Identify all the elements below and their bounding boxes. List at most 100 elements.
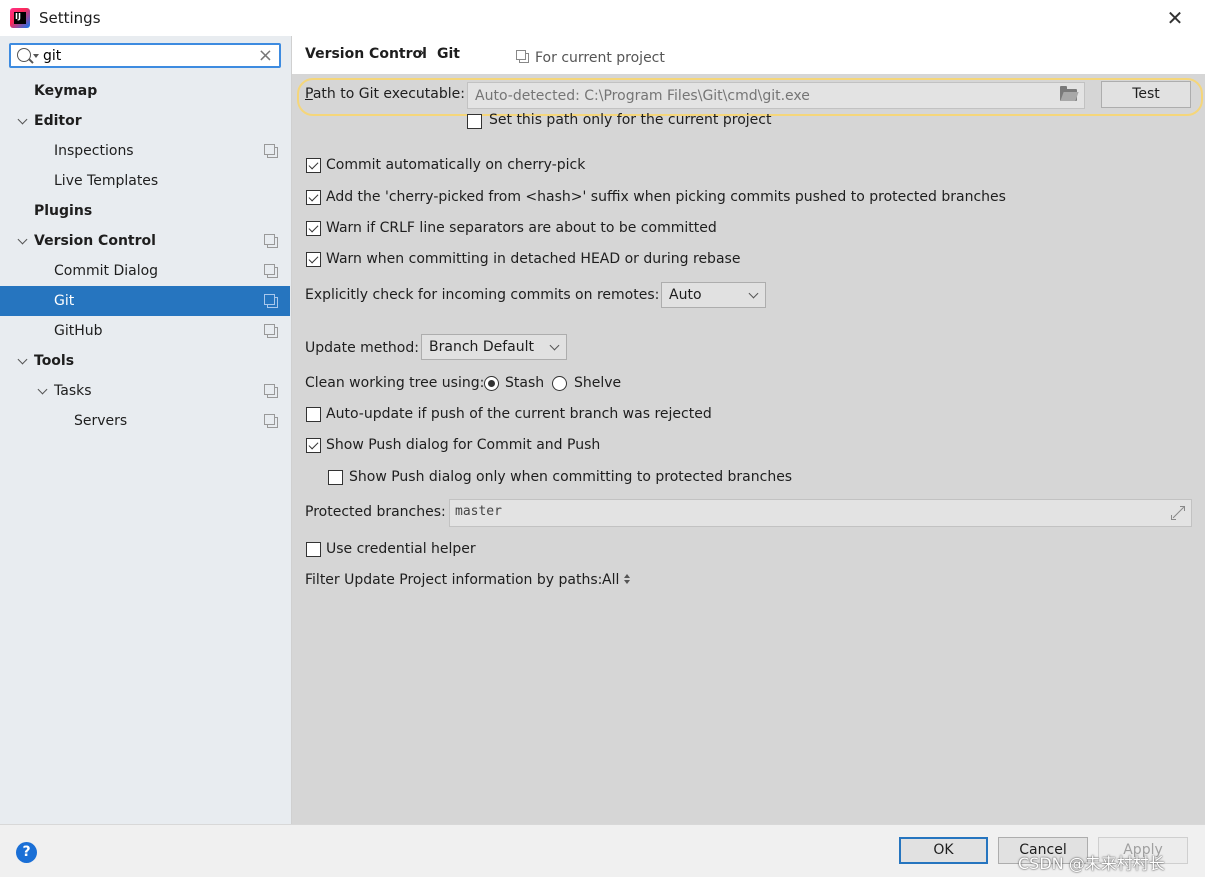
clean-working-tree-label: Clean working tree using: xyxy=(305,375,485,391)
tree-item-live-templates[interactable]: Live Templates xyxy=(0,166,290,196)
update-method-value: Branch Default xyxy=(429,339,534,355)
chevron-down-icon[interactable] xyxy=(18,356,28,366)
title-bar: IJ Settings ✕ xyxy=(0,0,1205,36)
up-down-arrows-icon[interactable] xyxy=(624,574,630,586)
protected-branches-field[interactable] xyxy=(449,499,1192,527)
project-scope-icon xyxy=(264,324,278,338)
git-path-label: Path to Git executable: xyxy=(305,86,465,102)
tree-item-keymap[interactable]: Keymap xyxy=(0,76,290,106)
warn-detached-head-checkbox[interactable] xyxy=(306,252,321,267)
project-scope-icon xyxy=(264,144,278,158)
tree-item-label: Tools xyxy=(34,353,75,369)
protected-branches-label: Protected branches: xyxy=(305,504,446,520)
auto-update-checkbox[interactable] xyxy=(306,407,321,422)
warn-detached-head-label: Warn when committing in detached HEAD or… xyxy=(326,251,741,267)
mnemonic-letter: P xyxy=(305,86,313,102)
tree-item-tools[interactable]: Tools xyxy=(0,346,290,376)
search-history-dropdown-icon[interactable] xyxy=(33,54,39,58)
tree-item-git[interactable]: Git xyxy=(0,286,290,316)
project-scope-icon xyxy=(264,384,278,398)
stash-radio[interactable] xyxy=(484,376,499,391)
tree-item-label: Live Templates xyxy=(54,173,159,189)
update-method-label: Update method: xyxy=(305,340,419,356)
tree-item-commit-dialog[interactable]: Commit Dialog xyxy=(0,256,290,286)
cherry-pick-auto-commit-checkbox[interactable] xyxy=(306,158,321,173)
warn-crlf-label: Warn if CRLF line separators are about t… xyxy=(326,220,717,236)
project-scope-icon xyxy=(264,414,278,428)
close-icon[interactable]: ✕ xyxy=(1162,6,1188,30)
show-push-dialog-checkbox[interactable] xyxy=(306,438,321,453)
update-method-select[interactable]: Branch Default xyxy=(421,334,567,360)
tree-item-plugins[interactable]: Plugins xyxy=(0,196,290,226)
window-title: Settings xyxy=(39,9,101,27)
show-push-protected-label: Show Push dialog only when committing to… xyxy=(349,469,793,485)
clear-search-icon[interactable]: × xyxy=(258,45,273,66)
breadcrumb-current: Git xyxy=(437,46,460,62)
dialog-footer: ? OK Cancel Apply CSDN @未来村村长 xyxy=(0,824,1205,877)
expand-icon[interactable] xyxy=(1171,506,1185,520)
settings-search-box[interactable]: × xyxy=(9,43,281,68)
show-push-protected-checkbox[interactable] xyxy=(328,470,343,485)
credential-helper-checkbox[interactable] xyxy=(306,542,321,557)
git-path-field[interactable] xyxy=(467,82,1085,109)
incoming-commits-select[interactable]: Auto xyxy=(661,282,766,308)
watermark: CSDN @未来村村长 xyxy=(1018,854,1165,873)
stash-label: Stash xyxy=(505,375,545,391)
protected-branches-input[interactable] xyxy=(455,504,1135,519)
shelve-radio[interactable] xyxy=(552,376,567,391)
search-icon[interactable] xyxy=(17,48,31,62)
filter-update-label: Filter Update Project information by pat… xyxy=(305,572,603,588)
project-scope-icon xyxy=(264,294,278,308)
shelve-label: Shelve xyxy=(574,375,622,391)
tree-item-editor[interactable]: Editor xyxy=(0,106,290,136)
tree-item-github[interactable]: GitHub xyxy=(0,316,290,346)
tree-item-label: Keymap xyxy=(34,83,98,99)
breadcrumb-separator: › xyxy=(419,45,425,61)
tree-item-servers[interactable]: Servers xyxy=(0,406,290,436)
settings-sidebar: × Keymap Editor Inspections Live Templat… xyxy=(0,36,292,824)
tree-item-label: Servers xyxy=(74,413,128,429)
show-push-dialog-label: Show Push dialog for Commit and Push xyxy=(326,437,601,453)
cherry-pick-auto-commit-label: Commit automatically on cherry-pick xyxy=(326,157,586,173)
intellij-app-icon: IJ xyxy=(10,8,30,28)
search-input[interactable] xyxy=(43,46,253,65)
cherry-pick-suffix-label: Add the 'cherry-picked from <hash>' suff… xyxy=(326,189,1006,205)
chevron-down-icon[interactable] xyxy=(18,236,28,246)
help-icon[interactable]: ? xyxy=(16,842,37,863)
tree-item-label: GitHub xyxy=(54,323,103,339)
tree-item-label: Editor xyxy=(34,113,82,129)
tree-item-label: Tasks xyxy=(54,383,92,399)
tree-item-label: Version Control xyxy=(34,233,156,249)
test-button[interactable]: Test xyxy=(1101,81,1191,108)
project-scope-icon xyxy=(264,234,278,248)
git-path-label-text: ath to Git executable: xyxy=(312,86,465,102)
tree-item-label: Git xyxy=(54,293,75,309)
tree-item-version-control[interactable]: Version Control xyxy=(0,226,290,256)
incoming-commits-label: Explicitly check for incoming commits on… xyxy=(305,287,660,303)
incoming-commits-value: Auto xyxy=(669,287,702,303)
tree-item-label: Inspections xyxy=(54,143,134,159)
project-scope-icon xyxy=(516,50,529,63)
chevron-down-icon[interactable] xyxy=(18,116,28,126)
auto-update-label: Auto-update if push of the current branc… xyxy=(326,406,712,422)
credential-helper-label: Use credential helper xyxy=(326,541,476,557)
project-scope-icon xyxy=(264,264,278,278)
chevron-down-icon[interactable] xyxy=(38,386,48,396)
tree-item-label: Commit Dialog xyxy=(54,263,159,279)
browse-folder-icon[interactable] xyxy=(1060,86,1077,101)
tree-item-label: Plugins xyxy=(34,203,93,219)
ok-button[interactable]: OK xyxy=(899,837,988,864)
git-path-input[interactable] xyxy=(475,86,1045,105)
cherry-pick-suffix-checkbox[interactable] xyxy=(306,190,321,205)
set-path-only-checkbox[interactable] xyxy=(467,114,482,129)
tree-item-inspections[interactable]: Inspections xyxy=(0,136,290,166)
chevron-down-icon xyxy=(748,288,759,299)
git-settings-panel: Version Control › Git For current projec… xyxy=(292,36,1205,824)
scope-label: For current project xyxy=(535,50,665,66)
warn-crlf-checkbox[interactable] xyxy=(306,221,321,236)
breadcrumb-parent: Version Control xyxy=(305,46,427,62)
set-path-only-label: Set this path only for the current proje… xyxy=(489,112,772,128)
breadcrumb: Version Control › Git For current projec… xyxy=(292,36,1205,74)
filter-update-value[interactable]: All xyxy=(602,572,619,588)
tree-item-tasks[interactable]: Tasks xyxy=(0,376,290,406)
